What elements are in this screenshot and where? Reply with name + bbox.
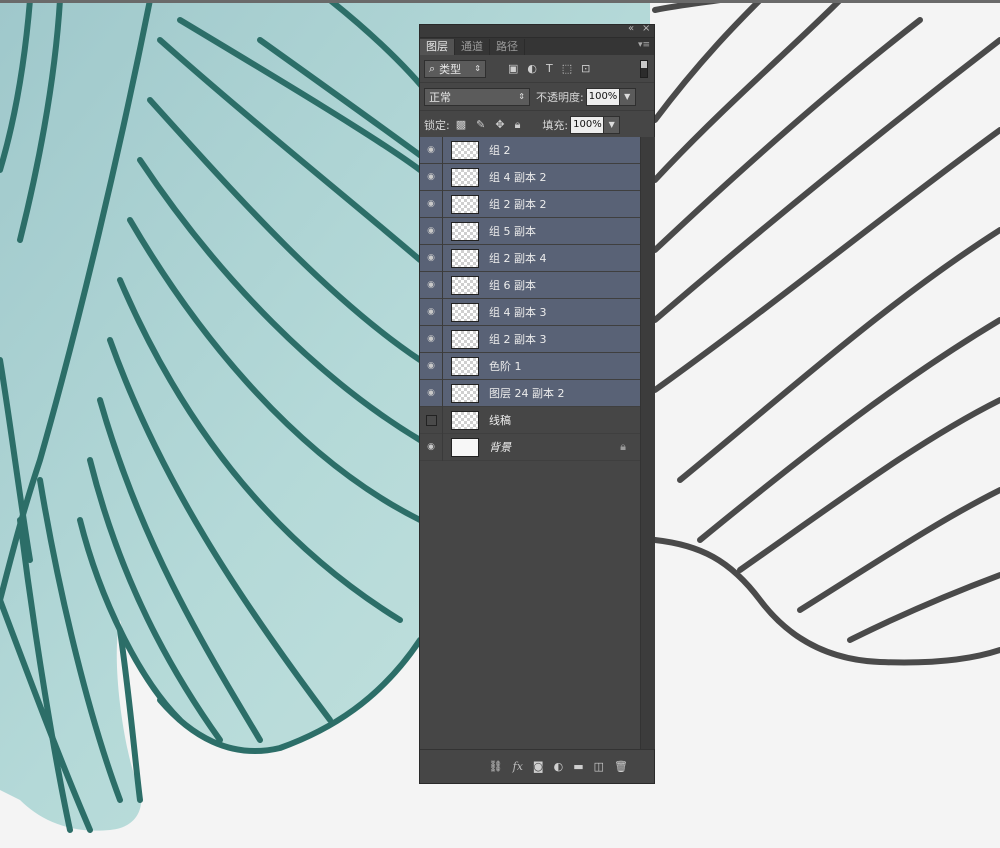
- opacity-label: 不透明度:: [536, 90, 584, 104]
- layer-thumbnail: [451, 437, 479, 457]
- collapse-icon[interactable]: «: [628, 23, 634, 34]
- visibility-eye-icon[interactable]: ◉: [420, 145, 442, 155]
- adjustment-layer-filter-icon[interactable]: ◐: [527, 62, 537, 75]
- tab-layers[interactable]: 图层: [420, 39, 455, 55]
- layer-thumbnail: [451, 302, 479, 322]
- layer-row[interactable]: ◉ 背景 🔒︎: [420, 433, 640, 461]
- dropdown-arrow-icon: ⇕: [474, 64, 481, 73]
- lock-label: 锁定:: [424, 118, 450, 132]
- canvas-top-edge: [0, 0, 1000, 3]
- layer-name: 组 6 副本: [489, 279, 536, 292]
- smart-object-filter-icon[interactable]: ⊡: [581, 62, 590, 75]
- link-layers-icon[interactable]: ⛓: [489, 760, 503, 773]
- filter-row: ⌕ 类型 ⇕ ▣ ◐ T ⬚ ⊡: [420, 55, 654, 83]
- layer-name: 组 4 副本 3: [489, 306, 547, 319]
- visibility-eye-icon[interactable]: ◉: [420, 334, 442, 344]
- layer-thumbnail: [451, 221, 479, 241]
- layer-name: 线稿: [489, 414, 511, 427]
- fill-label: 填充:: [542, 118, 569, 132]
- layer-style-fx-icon[interactable]: fx: [513, 760, 523, 773]
- layer-row[interactable]: ◉ 组 4 副本 2: [420, 163, 640, 191]
- blend-mode-select[interactable]: 正常 ⇕: [424, 87, 530, 106]
- layer-thumbnail: [451, 140, 479, 160]
- layer-row[interactable]: ◉ 图层 24 副本 2: [420, 379, 640, 407]
- visibility-eye-icon[interactable]: ◉: [420, 226, 442, 236]
- visibility-eye-icon[interactable]: ◉: [420, 388, 442, 398]
- delete-layer-trash-icon[interactable]: 🗑︎: [614, 760, 628, 773]
- layer-row[interactable]: ◉ 组 2: [420, 136, 640, 164]
- lock-row: 锁定: ▩ ✎ ✥ 🔒︎ 填充: 100% ▼: [420, 111, 654, 139]
- panel-title-bar[interactable]: « ×: [420, 23, 654, 38]
- layer-row[interactable]: ◉ 组 2 副本 4: [420, 244, 640, 272]
- layer-name: 图层 24 副本 2: [489, 387, 565, 400]
- panel-menu-icon[interactable]: ▾≡: [638, 40, 650, 50]
- visibility-eye-icon[interactable]: ◉: [420, 253, 442, 263]
- tab-paths[interactable]: 路径: [490, 39, 525, 55]
- opacity-field[interactable]: 100%: [585, 87, 620, 106]
- layer-thumbnail: [451, 410, 479, 430]
- new-group-folder-icon[interactable]: ▬: [573, 760, 583, 773]
- layer-name: 组 5 副本: [489, 225, 536, 238]
- layers-scrollbar[interactable]: [640, 137, 655, 749]
- layer-name: 组 2 副本 3: [489, 333, 547, 346]
- lock-image-pixels-icon[interactable]: ✎: [476, 118, 485, 132]
- new-adjustment-layer-icon[interactable]: ◐: [554, 760, 564, 773]
- pixel-layer-filter-icon[interactable]: ▣: [508, 62, 518, 75]
- visibility-eye-icon[interactable]: ◉: [420, 280, 442, 290]
- blend-mode-label: 正常: [429, 90, 451, 104]
- layer-row[interactable]: ◉ 组 2 副本 2: [420, 190, 640, 218]
- layer-row[interactable]: 线稿: [420, 406, 640, 434]
- layers-list: ◉ 组 2 ◉ 组 4 副本 2 ◉ 组 2 副本 2 ◉ 组 5 副本 ◉ 组…: [420, 136, 640, 461]
- dropdown-arrow-icon: ⇕: [518, 92, 525, 101]
- layer-row[interactable]: ◉ 色阶 1: [420, 352, 640, 380]
- layer-thumbnail: [451, 248, 479, 268]
- layer-row[interactable]: ◉ 组 2 副本 3: [420, 325, 640, 353]
- lock-position-icon[interactable]: ✥: [495, 118, 504, 132]
- filter-icons: ▣ ◐ T ⬚ ⊡: [508, 62, 590, 75]
- layers-panel: « × 图层 通道 路径 ▾≡ ⌕ 类型 ⇕ ▣ ◐ T ⬚ ⊡ 正常 ⇕ 不透…: [419, 23, 655, 784]
- layer-name: 组 2: [489, 144, 511, 157]
- blend-row: 正常 ⇕ 不透明度: 100% ▼: [420, 83, 654, 111]
- fill-field[interactable]: 100%: [570, 115, 605, 134]
- type-layer-filter-icon[interactable]: T: [546, 62, 553, 75]
- layer-name: 组 4 副本 2: [489, 171, 547, 184]
- visibility-off-box[interactable]: [420, 414, 442, 426]
- filter-toggle-switch[interactable]: [640, 60, 648, 78]
- panel-tabs: 图层 通道 路径 ▾≡: [420, 38, 654, 55]
- lock-transparency-icon[interactable]: ▩: [456, 118, 466, 132]
- lock-all-icon[interactable]: 🔒︎: [515, 118, 521, 132]
- layer-row[interactable]: ◉ 组 4 副本 3: [420, 298, 640, 326]
- panel-bottom-toolbar: ⛓ fx ◙ ◐ ▬ ◫ 🗑︎: [420, 749, 654, 783]
- layer-thumbnail: [451, 275, 479, 295]
- layer-thumbnail: [451, 329, 479, 349]
- opacity-dropdown-icon[interactable]: ▼: [619, 87, 636, 106]
- visibility-eye-icon[interactable]: ◉: [420, 307, 442, 317]
- layer-thumbnail: [451, 383, 479, 403]
- visibility-eye-icon[interactable]: ◉: [420, 442, 442, 452]
- add-mask-icon[interactable]: ◙: [533, 760, 544, 773]
- layer-thumbnail: [451, 194, 479, 214]
- tab-channels[interactable]: 通道: [455, 39, 490, 55]
- lock-icon: 🔒︎: [620, 440, 626, 453]
- filter-type-label: 类型: [439, 62, 462, 76]
- visibility-eye-icon[interactable]: ◉: [420, 199, 442, 209]
- close-icon[interactable]: ×: [642, 23, 650, 34]
- new-layer-icon[interactable]: ◫: [594, 760, 604, 773]
- layer-row[interactable]: ◉ 组 6 副本: [420, 271, 640, 299]
- layer-name: 背景: [489, 441, 511, 454]
- visibility-eye-icon[interactable]: ◉: [420, 361, 442, 371]
- layer-thumbnail: [451, 356, 479, 376]
- fill-dropdown-icon[interactable]: ▼: [604, 115, 621, 134]
- layer-row[interactable]: ◉ 组 5 副本: [420, 217, 640, 245]
- lock-icons: ▩ ✎ ✥ 🔒︎: [456, 118, 521, 132]
- shape-layer-filter-icon[interactable]: ⬚: [562, 62, 572, 75]
- layer-name: 组 2 副本 2: [489, 198, 547, 211]
- layer-name: 色阶 1: [489, 360, 522, 373]
- layer-name: 组 2 副本 4: [489, 252, 547, 265]
- filter-type-select[interactable]: ⌕ 类型 ⇕: [424, 59, 486, 78]
- layer-thumbnail: [451, 167, 479, 187]
- search-icon: ⌕: [429, 61, 436, 75]
- visibility-eye-icon[interactable]: ◉: [420, 172, 442, 182]
